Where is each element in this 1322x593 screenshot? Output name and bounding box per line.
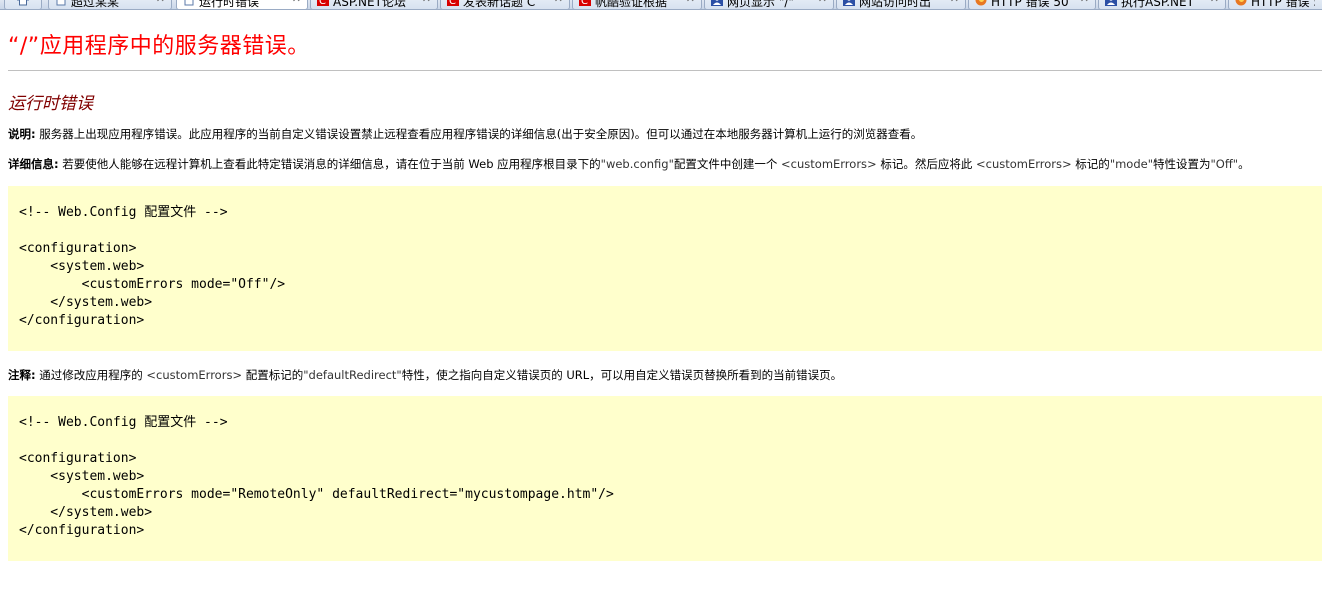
tab-6[interactable]: 网站访问时出 ✕	[836, 0, 966, 9]
details-text: 特性设置为	[1153, 157, 1211, 171]
svg-text:C: C	[581, 0, 588, 6]
firefox-icon	[975, 0, 987, 6]
close-icon[interactable]: ✕	[686, 0, 695, 5]
page-icon	[184, 0, 194, 6]
tab-3[interactable]: C 发表新话题 C ✕	[440, 0, 570, 9]
config-code: <!-- Web.Config 配置文件 --> <configuration>…	[19, 415, 614, 538]
details-code: <customErrors>	[976, 157, 1072, 171]
config-code-block-1: <!-- Web.Config 配置文件 --> <configuration>…	[8, 186, 1322, 351]
tab-1[interactable]: 运行时错误 ✕	[176, 0, 308, 9]
note-label: 注释:	[8, 368, 36, 382]
person-icon	[711, 0, 723, 6]
details-text: 标记。然后应将此	[876, 157, 976, 171]
tab-label: ASP.NET论坛	[333, 0, 406, 9]
tab-7[interactable]: HTTP 错误 50 ✕	[968, 0, 1096, 9]
details-code: "mode"	[1109, 157, 1154, 171]
details-text: 配置文件中创建一个	[673, 157, 782, 171]
config-code: <!-- Web.Config 配置文件 --> <configuration>…	[19, 205, 286, 328]
page-title: “/”应用程序中的服务器错误。	[8, 34, 310, 59]
description-label: 说明:	[8, 127, 36, 141]
tab-label: 网页显示 "/"	[727, 0, 794, 9]
close-icon[interactable]: ✕	[554, 0, 563, 5]
home-icon	[17, 0, 29, 6]
close-icon[interactable]: ✕	[1210, 0, 1219, 5]
note-code: "defaultRedirect"	[303, 368, 402, 382]
details-code: "Off"	[1210, 157, 1239, 171]
divider	[8, 70, 1322, 71]
tab-label: 网站访问时出	[859, 0, 932, 9]
person-icon	[1105, 0, 1117, 6]
details-code: <customErrors>	[781, 157, 877, 171]
note-text: 配置标记的	[242, 368, 304, 382]
note-text: 特性，使之指向自定义错误页的 URL，可以用自定义错误页替换所看到的当前错误页。	[401, 368, 843, 382]
details-text: 标记的	[1071, 157, 1110, 171]
tab-label: 执行ASP.NET	[1121, 0, 1194, 9]
tab-label: HTTP 错误 5	[1251, 0, 1315, 9]
tab-4[interactable]: C 帆酷验证根据 ✕	[572, 0, 702, 9]
page-icon	[56, 0, 66, 6]
tab-8[interactable]: 执行ASP.NET ✕	[1098, 0, 1226, 9]
tab-label: 发表新话题 C	[463, 0, 536, 9]
config-code-block-2: <!-- Web.Config 配置文件 --> <configuration>…	[8, 396, 1322, 561]
tab-2[interactable]: C ASP.NET论坛 ✕	[310, 0, 438, 9]
details-text: 若要使他人能够在远程计算机上查看此特定错误消息的详细信息，请在位于当前 Web …	[58, 157, 601, 171]
tab-9[interactable]: HTTP 错误 5	[1228, 0, 1322, 9]
close-icon[interactable]: ✕	[422, 0, 431, 5]
tab-0[interactable]: 超过某某 ✕	[48, 0, 172, 9]
csdn-icon: C	[579, 0, 591, 6]
details-paragraph: 详细信息: 若要使他人能够在远程计算机上查看此特定错误消息的详细信息，请在位于当…	[8, 156, 1250, 172]
csdn-icon: C	[447, 0, 459, 6]
error-subtitle: 运行时错误	[8, 94, 93, 114]
csdn-icon: C	[317, 0, 329, 6]
close-icon[interactable]: ✕	[950, 0, 959, 5]
description-text: 服务器上出现应用程序错误。此应用程序的当前自定义错误设置禁止远程查看应用程序错误…	[35, 127, 923, 141]
details-text: 。	[1238, 157, 1250, 171]
error-page: “/”应用程序中的服务器错误。 运行时错误 说明: 服务器上出现应用程序错误。此…	[0, 10, 1322, 561]
person-icon	[843, 0, 855, 6]
note-text: 通过修改应用程序的	[35, 368, 147, 382]
tab-label: 运行时错误	[199, 0, 260, 9]
svg-text:C: C	[319, 0, 326, 6]
note-paragraph: 注释: 通过修改应用程序的 <customErrors> 配置标记的"defau…	[8, 367, 842, 383]
firefox-icon	[1235, 0, 1247, 6]
svg-text:C: C	[449, 0, 456, 6]
description-paragraph: 说明: 服务器上出现应用程序错误。此应用程序的当前自定义错误设置禁止远程查看应用…	[8, 126, 922, 142]
tab-label: HTTP 错误 50	[991, 0, 1069, 9]
close-icon[interactable]: ✕	[156, 0, 165, 5]
close-icon[interactable]: ✕	[1080, 0, 1089, 5]
close-icon[interactable]: ✕	[818, 0, 827, 5]
details-code: "web.config"	[600, 157, 674, 171]
tab-home[interactable]	[4, 0, 42, 9]
tab-label: 超过某某	[71, 0, 120, 9]
close-icon[interactable]: ✕	[292, 0, 301, 5]
tab-5[interactable]: 网页显示 "/" ✕	[704, 0, 834, 9]
tab-label: 帆酷验证根据	[595, 0, 668, 9]
details-label: 详细信息:	[8, 157, 59, 171]
tab-strip: 超过某某 ✕ 运行时错误 ✕ C ASP.NET论坛 ✕ C 发表新话题 C ✕…	[0, 0, 1322, 10]
note-code: <customErrors>	[146, 368, 243, 382]
